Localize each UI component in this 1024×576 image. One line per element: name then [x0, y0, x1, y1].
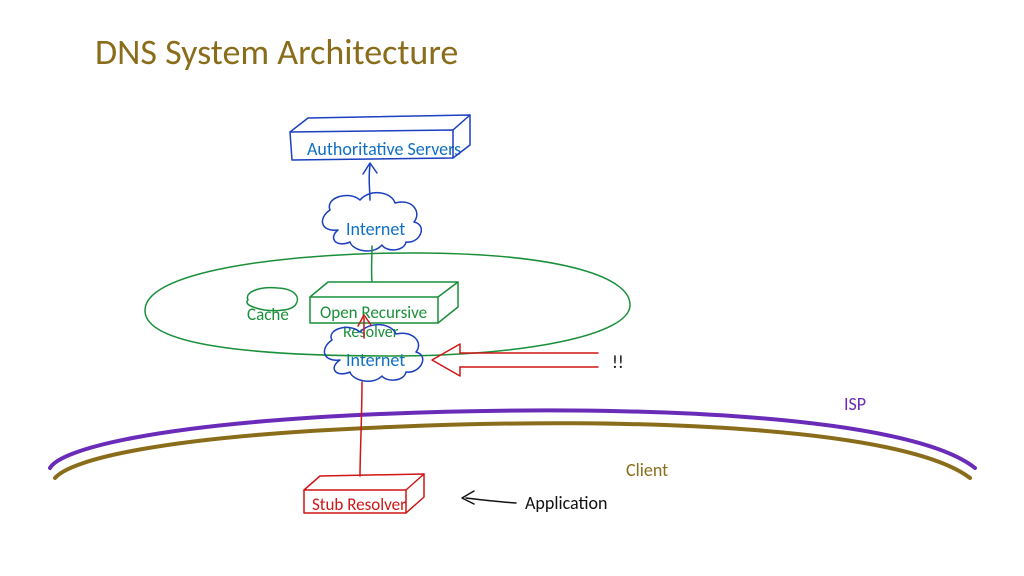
cache-label: Cache: [247, 304, 289, 325]
isp-arc: [50, 410, 975, 468]
internet-upper-label: Internet: [346, 218, 405, 240]
client-label: Client: [626, 459, 668, 481]
isp-label: ISP: [844, 393, 866, 415]
application-arrow: [462, 491, 516, 504]
authoritative-servers-label: Authoritative Servers: [307, 138, 461, 160]
resolver-label: Resolver: [343, 323, 398, 342]
stub-resolver-label: Stub Resolver: [312, 494, 406, 515]
alert-arrow: [432, 344, 598, 376]
open-recursive-label: Open Recursive: [320, 302, 427, 323]
slide-title: DNS System Architecture: [95, 30, 458, 74]
alert-label: !!: [612, 351, 624, 373]
internet-lower-label: Internet: [346, 349, 405, 371]
client-arc: [55, 423, 970, 478]
application-label: Application: [525, 492, 608, 514]
arrow-internet-to-authoritative: [363, 163, 377, 200]
